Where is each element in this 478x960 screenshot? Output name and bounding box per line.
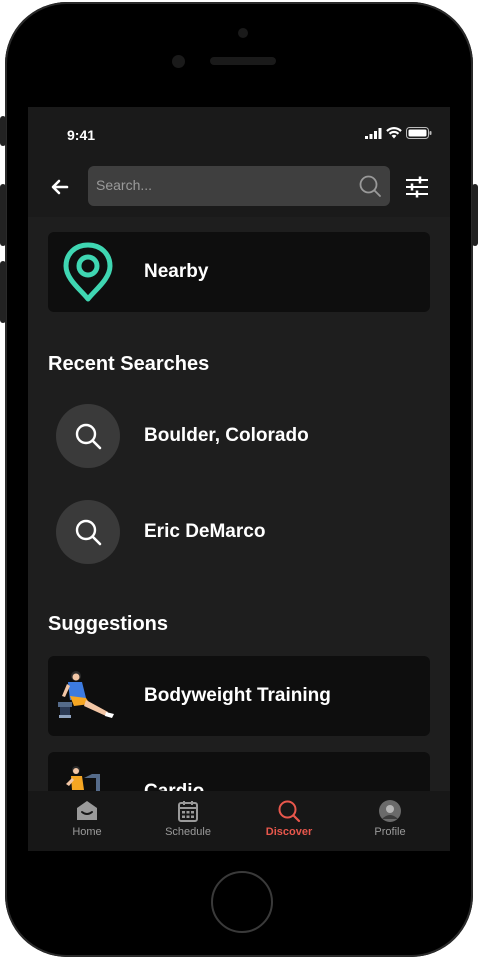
recent-search-circle <box>56 500 120 564</box>
calendar-icon <box>178 801 198 822</box>
volume-down-button <box>0 261 6 323</box>
filter-sliders-icon[interactable] <box>404 175 430 199</box>
status-bar: 9:41 <box>28 107 450 163</box>
tab-discover-label: Discover <box>265 826 313 838</box>
camera-dot <box>238 28 248 38</box>
app-screen: 9:41 Search... Nearby Recent Searches Bo… <box>28 107 450 851</box>
tab-home[interactable]: Home <box>34 791 140 851</box>
mute-switch <box>0 116 6 146</box>
status-icons <box>365 127 432 139</box>
power-button <box>472 184 478 246</box>
bottom-tab-bar: Home Schedule Discover Profile <box>28 791 450 851</box>
recent-search-item[interactable]: Eric DeMarco <box>48 499 430 565</box>
tab-schedule[interactable]: Schedule <box>135 791 241 851</box>
tab-profile[interactable]: Profile <box>337 791 443 851</box>
recent-search-label: Boulder, Colorado <box>144 425 309 446</box>
bodyweight-exercise-icon <box>58 671 114 718</box>
tab-home-label: Home <box>72 826 102 838</box>
tab-profile-label: Profile <box>374 826 406 838</box>
search-input[interactable]: Search... <box>88 166 390 206</box>
search-icon <box>75 423 102 450</box>
search-icon[interactable] <box>358 174 382 198</box>
avatar <box>379 800 401 822</box>
wifi-icon <box>386 127 402 139</box>
back-arrow-icon[interactable] <box>48 175 72 199</box>
signal-icon <box>365 127 382 139</box>
volume-up-button <box>0 184 6 246</box>
recent-search-item[interactable]: Boulder, Colorado <box>48 403 430 469</box>
suggestion-card-bodyweight[interactable]: Bodyweight Training <box>48 656 430 736</box>
recent-search-label: Eric DeMarco <box>144 521 266 542</box>
status-time: 9:41 <box>67 127 96 143</box>
tab-discover[interactable]: Discover <box>236 791 342 851</box>
earpiece-speaker <box>210 57 276 65</box>
recent-searches-heading: Recent Searches <box>48 353 210 375</box>
suggestions-heading: Suggestions <box>48 613 169 635</box>
search-header: Search... <box>28 163 450 217</box>
search-icon <box>75 519 102 546</box>
battery-icon <box>406 127 432 139</box>
search-icon <box>278 800 301 823</box>
home-button[interactable] <box>211 871 273 933</box>
tab-schedule-label: Schedule <box>165 826 211 838</box>
location-pin-icon <box>63 242 113 302</box>
nearby-label: Nearby <box>144 261 209 282</box>
recent-search-circle <box>56 404 120 468</box>
home-icon <box>77 801 97 820</box>
front-camera <box>172 55 185 68</box>
nearby-card[interactable]: Nearby <box>48 232 430 312</box>
search-placeholder: Search... <box>96 177 153 193</box>
suggestion-label: Bodyweight Training <box>144 685 331 706</box>
